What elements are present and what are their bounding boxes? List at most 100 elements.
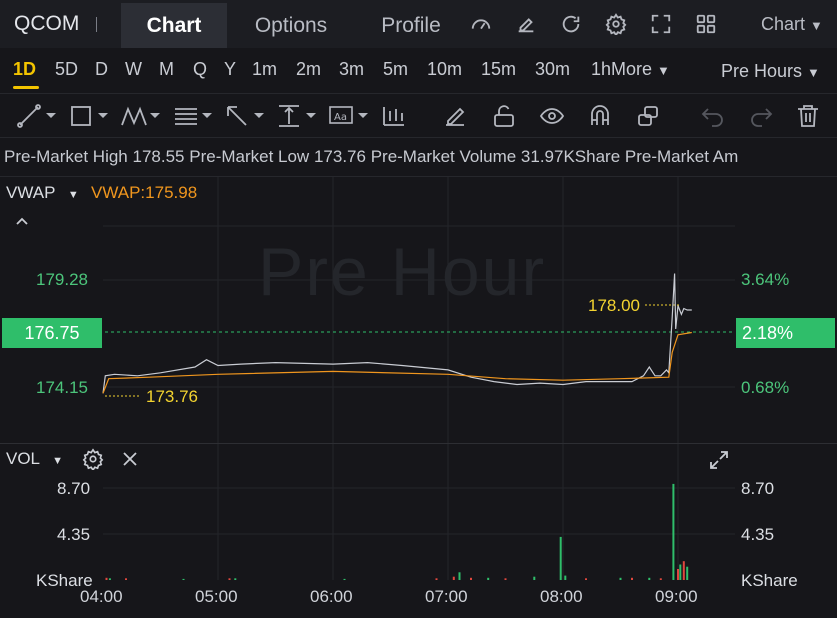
time-axis-label: 04:00 [80, 587, 123, 606]
volume-bar [458, 572, 461, 580]
vol-axis-label: 8.70 [57, 479, 91, 498]
pct-axis-label: 0.68% [741, 378, 790, 397]
text-tool-icon[interactable]: Aa [328, 103, 372, 129]
current-price-tag: 176.75 [2, 318, 102, 348]
rectangle-tool-icon[interactable] [68, 103, 112, 129]
timeframe-3m[interactable]: 3m [339, 59, 364, 80]
volume-bar [182, 578, 185, 580]
timeframe-m[interactable]: M [159, 59, 174, 80]
volume-bar [677, 569, 679, 580]
chart-type-label: Chart [761, 14, 806, 34]
volume-label: Pre-Market Volume [370, 147, 517, 166]
volume-bar [228, 578, 231, 580]
arrow-tool-icon[interactable] [224, 103, 268, 129]
timeframe-q[interactable]: Q [193, 59, 207, 80]
pattern-tool-icon[interactable] [120, 103, 164, 129]
svg-text:Aa: Aa [334, 112, 347, 123]
vol-axis-unit: KShare [741, 571, 798, 590]
ticker-symbol: QCOM [14, 12, 80, 35]
active-timeframe-indicator [13, 86, 39, 89]
high-value: 178.55 [132, 147, 185, 166]
current-pct-tag: 2.18% [736, 318, 835, 348]
brush-icon[interactable] [442, 103, 468, 129]
volume-bar [659, 578, 662, 580]
undo-icon[interactable] [700, 103, 726, 129]
volume-bar [343, 578, 346, 580]
eye-icon[interactable] [539, 103, 565, 129]
fibonacci-tool-icon[interactable] [172, 103, 216, 129]
unlock-icon[interactable] [491, 103, 517, 129]
time-axis-label: 06:00 [310, 587, 353, 606]
volume-bar [682, 561, 685, 580]
close-icon[interactable] [121, 450, 139, 468]
timeframe-2m[interactable]: 2m [296, 59, 321, 80]
volume-bar [470, 577, 472, 580]
chevron-down-icon: ▼ [52, 455, 64, 467]
expand-icon[interactable] [709, 450, 729, 470]
timeframe-w[interactable]: W [125, 59, 142, 80]
more-dropdown[interactable]: More ▼ [611, 59, 670, 80]
watermark: Pre Hour [258, 234, 547, 310]
time-axis-label: 08:00 [540, 587, 583, 606]
candles-tool-icon[interactable] [380, 103, 406, 129]
volume-bar [631, 577, 633, 580]
tab-chart[interactable]: Chart [121, 3, 227, 48]
divider [0, 93, 837, 94]
trash-icon[interactable] [795, 103, 821, 129]
vol-indicator-dropdown[interactable]: VOL ▼ [6, 449, 63, 469]
tab-options[interactable]: Options [230, 3, 352, 48]
timeframe-1h[interactable]: 1h [591, 59, 611, 80]
grid-icon[interactable] [695, 13, 717, 35]
timeframe-30m[interactable]: 30m [535, 59, 570, 80]
measure-tool-icon[interactable] [276, 103, 320, 129]
timeframe-10m[interactable]: 10m [427, 59, 462, 80]
high-label: Pre-Market High [4, 147, 128, 166]
premarket-stats: Pre-Market High 178.55 Pre-Market Low 17… [4, 147, 738, 167]
collapse-up-icon[interactable] [14, 215, 30, 227]
timeframe-5d[interactable]: 5D [55, 59, 78, 80]
volume-bar [686, 566, 689, 580]
volume-bar [125, 578, 127, 580]
timeframe-15m[interactable]: 15m [481, 59, 516, 80]
more-label: More [611, 59, 653, 79]
settings-icon[interactable] [605, 13, 627, 35]
clone-icon[interactable] [635, 103, 661, 129]
vwap-label: VWAP [6, 183, 56, 202]
timeframe-1m[interactable]: 1m [252, 59, 277, 80]
pct-axis-label: 3.64% [741, 270, 790, 289]
chart-type-dropdown[interactable]: Chart ▼ [761, 14, 823, 35]
low-value: 173.76 [313, 147, 366, 166]
session-label: Pre Hours [721, 61, 803, 81]
volume-bar [487, 577, 490, 580]
low-annotation: 173.76 [146, 387, 198, 406]
volume-value: 31.97KShare [520, 147, 621, 166]
volume-bar [564, 575, 567, 580]
session-dropdown[interactable]: Pre Hours ▼ [721, 61, 820, 82]
trend-line-tool-icon[interactable] [16, 103, 60, 129]
timeframe-d[interactable]: D [95, 59, 108, 80]
vwap-indicator-dropdown[interactable]: VWAP ▼ [6, 183, 79, 203]
volume-bar [504, 578, 507, 580]
low-label: Pre-Market Low [189, 147, 310, 166]
vol-axis-label: 8.70 [741, 479, 775, 498]
chevron-down-icon: ▼ [67, 189, 79, 201]
vol-axis-label: 4.35 [57, 525, 91, 544]
timeframe-5m[interactable]: 5m [383, 59, 408, 80]
magnet-icon[interactable] [587, 103, 613, 129]
volume-bar [452, 576, 455, 580]
volume-chart[interactable] [0, 444, 837, 618]
timeframe-1d[interactable]: 1D [13, 59, 36, 80]
chevron-down-icon: ▼ [657, 63, 670, 78]
settings-icon[interactable] [82, 448, 104, 470]
fullscreen-icon[interactable] [650, 13, 672, 35]
volume-bar [533, 576, 536, 580]
time-axis-label: 05:00 [195, 587, 238, 606]
price-axis-label: 174.15 [36, 378, 88, 397]
edit-icon[interactable] [515, 13, 537, 35]
redo-icon[interactable] [748, 103, 774, 129]
tab-profile[interactable]: Profile [356, 3, 466, 48]
timeframe-y[interactable]: Y [224, 59, 236, 80]
gauge-icon[interactable] [470, 13, 492, 35]
refresh-icon[interactable] [560, 13, 582, 35]
time-axis-label: 09:00 [655, 587, 698, 606]
